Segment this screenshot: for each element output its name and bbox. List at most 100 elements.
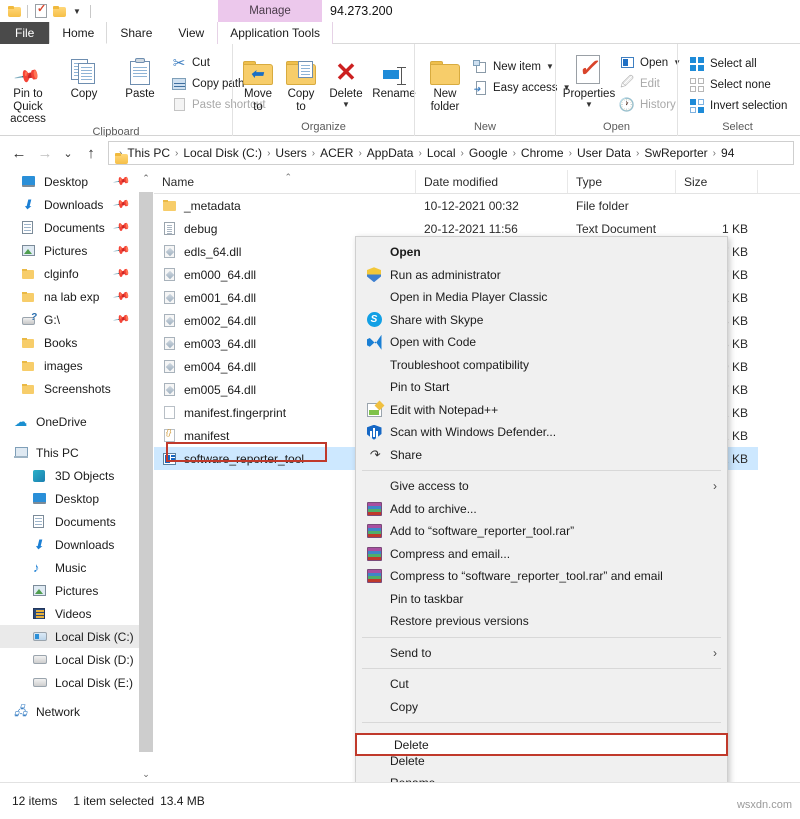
menu-item-scan-with-windows-defender[interactable]: Scan with Windows Defender... bbox=[356, 421, 727, 444]
scroll-up-icon[interactable]: ⌃ bbox=[139, 170, 153, 186]
paste-button[interactable]: Paste bbox=[112, 48, 168, 101]
menu-item-compress-to-named-rar-and-email[interactable]: Compress to “software_reporter_tool.rar”… bbox=[356, 565, 727, 588]
copy-to-button[interactable]: Copy to bbox=[279, 48, 323, 113]
menu-item-troubleshoot-compatibility[interactable]: Troubleshoot compatibility bbox=[356, 354, 727, 377]
select-none-button[interactable]: Select none bbox=[686, 74, 793, 95]
menu-item-share[interactable]: ↷ Share bbox=[356, 444, 727, 467]
column-header-date-modified[interactable]: Date modified bbox=[416, 170, 568, 193]
tab-share[interactable]: Share bbox=[107, 22, 165, 44]
properties-button[interactable]: ✓ Properties ▼ bbox=[562, 48, 616, 109]
menu-item-open-in-media-player-classic[interactable]: Open in Media Player Classic bbox=[356, 286, 727, 309]
up-arrow-icon[interactable]: ↑ bbox=[78, 140, 104, 166]
sidebar-item-downloads[interactable]: ⬇ Downloads 📌 bbox=[0, 193, 139, 216]
sidebar-item-pictures-pc[interactable]: Pictures bbox=[0, 579, 139, 602]
breadcrumb-item-chrome[interactable]: Chrome bbox=[517, 146, 568, 160]
forward-arrow-icon[interactable]: → bbox=[32, 140, 58, 166]
menu-item-add-to-named-rar[interactable]: Add to “software_reporter_tool.rar” bbox=[356, 520, 727, 543]
sidebar-item-videos[interactable]: Videos bbox=[0, 602, 139, 625]
recent-locations-chevron-down-icon[interactable]: ⌄ bbox=[58, 140, 78, 166]
scroll-down-icon[interactable]: ⌄ bbox=[139, 766, 153, 782]
column-header-size[interactable]: Size bbox=[676, 170, 758, 193]
breadcrumb-item-google[interactable]: Google bbox=[465, 146, 512, 160]
delete-menu-item-highlighted-label[interactable]: Delete bbox=[360, 736, 720, 753]
breadcrumb-item-users[interactable]: Users bbox=[271, 146, 310, 160]
move-to-button[interactable]: ⬅ Move to bbox=[237, 48, 279, 113]
tab-view[interactable]: View bbox=[165, 22, 217, 44]
select-all-button[interactable]: Select all bbox=[686, 53, 793, 74]
tab-application-tools[interactable]: Application Tools bbox=[217, 22, 333, 44]
breadcrumb-item-appdata[interactable]: AppData bbox=[363, 146, 418, 160]
back-arrow-icon[interactable]: ← bbox=[6, 140, 32, 166]
sidebar-item-desktop[interactable]: Desktop 📌 bbox=[0, 170, 139, 193]
menu-item-send-to[interactable]: Send to › bbox=[356, 642, 727, 665]
chevron-down-icon[interactable]: ▼ bbox=[342, 100, 350, 109]
sidebar-item-this-pc[interactable]: This PC bbox=[0, 441, 139, 464]
column-header-type[interactable]: Type bbox=[568, 170, 676, 193]
menu-item-compress-and-email[interactable]: Compress and email... bbox=[356, 543, 727, 566]
breadcrumb-item-version[interactable]: 94 bbox=[717, 146, 738, 160]
sidebar-item-network[interactable]: 🖧 Network bbox=[0, 700, 139, 723]
pin-icon[interactable]: 📌 bbox=[113, 264, 132, 283]
sidebar-item-documents-pc[interactable]: Documents bbox=[0, 510, 139, 533]
menu-item-give-access-to[interactable]: Give access to › bbox=[356, 475, 727, 498]
menu-item-run-as-administrator[interactable]: Run as administrator bbox=[356, 264, 727, 287]
sidebar-item-desktop-pc[interactable]: Desktop bbox=[0, 487, 139, 510]
menu-item-pin-to-start[interactable]: Pin to Start bbox=[356, 376, 727, 399]
table-row[interactable]: _metadata 10-12-2021 00:32 File folder bbox=[154, 194, 800, 217]
menu-item-edit-with-notepadpp[interactable]: Edit with Notepad++ bbox=[356, 399, 727, 422]
breadcrumb-item-this-pc[interactable]: This PC bbox=[123, 146, 174, 160]
invert-selection-button[interactable]: Invert selection bbox=[686, 95, 793, 116]
pin-icon[interactable]: 📌 bbox=[113, 218, 132, 237]
tab-home[interactable]: Home bbox=[49, 22, 107, 44]
new-folder-button[interactable]: New folder bbox=[421, 48, 469, 113]
sidebar-item-pictures[interactable]: Pictures 📌 bbox=[0, 239, 139, 262]
rename-ribbon-button[interactable]: Rename bbox=[369, 48, 419, 101]
sidebar-item-books[interactable]: Books bbox=[0, 331, 139, 354]
copy-button[interactable]: Copy bbox=[56, 48, 112, 101]
menu-item-cut[interactable]: Cut bbox=[356, 673, 727, 696]
pin-to-quick-access-button[interactable]: 📌 Pin to Quick access bbox=[0, 48, 56, 126]
pin-icon[interactable]: 📌 bbox=[113, 172, 132, 191]
sidebar-item-onedrive[interactable]: ☁ OneDrive bbox=[0, 410, 139, 433]
delete-ribbon-button[interactable]: ✕ Delete ▼ bbox=[323, 48, 369, 109]
column-header-name[interactable]: Name ⌃ bbox=[154, 170, 416, 193]
sidebar-item-na-lab-exp[interactable]: na lab exp 📌 bbox=[0, 285, 139, 308]
pin-icon[interactable]: 📌 bbox=[113, 195, 132, 214]
sidebar-item-screenshots[interactable]: Screenshots bbox=[0, 377, 139, 400]
sidebar-item-local-disk-c[interactable]: Local Disk (C:) bbox=[0, 625, 139, 648]
menu-item-restore-previous-versions[interactable]: Restore previous versions bbox=[356, 610, 727, 633]
breadcrumb-item-swreporter[interactable]: SwReporter bbox=[640, 146, 711, 160]
menu-item-open-with-code[interactable]: Open with Code bbox=[356, 331, 727, 354]
chevron-down-icon[interactable]: ▼ bbox=[585, 100, 593, 109]
breadcrumb-item-local[interactable]: Local bbox=[423, 146, 460, 160]
menu-item-open[interactable]: Open bbox=[356, 241, 727, 264]
sidebar-item-images[interactable]: images bbox=[0, 354, 139, 377]
navigation-scrollbar[interactable]: ⌃ ⌄ bbox=[139, 170, 153, 782]
pin-icon[interactable]: 📌 bbox=[113, 310, 132, 329]
sidebar-item-documents[interactable]: Documents 📌 bbox=[0, 216, 139, 239]
scrollbar-thumb[interactable] bbox=[139, 192, 153, 752]
pin-icon[interactable]: 📌 bbox=[113, 241, 132, 260]
sidebar-item-g-drive[interactable]: G:\ 📌 bbox=[0, 308, 139, 331]
menu-item-copy[interactable]: Copy bbox=[356, 696, 727, 719]
breadcrumb-item-local-disk-c[interactable]: Local Disk (C:) bbox=[179, 146, 266, 160]
manage-contextual-tab[interactable]: Manage bbox=[218, 0, 322, 22]
breadcrumb[interactable]: › This PC › Local Disk (C:) › Users › AC… bbox=[108, 141, 794, 165]
pin-icon[interactable]: 📌 bbox=[113, 287, 132, 306]
sidebar-item-music[interactable]: ♪ Music bbox=[0, 556, 139, 579]
chevron-down-icon[interactable]: ▼ bbox=[68, 2, 86, 20]
tab-file[interactable]: File bbox=[0, 22, 49, 44]
breadcrumb-item-user-data[interactable]: User Data bbox=[573, 146, 635, 160]
sidebar-item-3d-objects[interactable]: 3D Objects bbox=[0, 464, 139, 487]
new-folder-quick-icon[interactable] bbox=[50, 2, 68, 20]
properties-quick-icon[interactable] bbox=[32, 2, 50, 20]
breadcrumb-item-acer[interactable]: ACER bbox=[316, 146, 357, 160]
menu-item-add-to-archive[interactable]: Add to archive... bbox=[356, 498, 727, 521]
menu-item-pin-to-taskbar[interactable]: Pin to taskbar bbox=[356, 588, 727, 611]
sidebar-item-clginfo[interactable]: clginfo 📌 bbox=[0, 262, 139, 285]
sidebar-item-local-disk-d[interactable]: Local Disk (D:) bbox=[0, 648, 139, 671]
sidebar-item-local-disk-e[interactable]: Local Disk (E:) bbox=[0, 671, 139, 694]
chevron-down-icon[interactable]: ▼ bbox=[546, 62, 554, 71]
menu-item-share-with-skype[interactable]: S Share with Skype bbox=[356, 309, 727, 332]
sidebar-item-downloads-pc[interactable]: ⬇ Downloads bbox=[0, 533, 139, 556]
